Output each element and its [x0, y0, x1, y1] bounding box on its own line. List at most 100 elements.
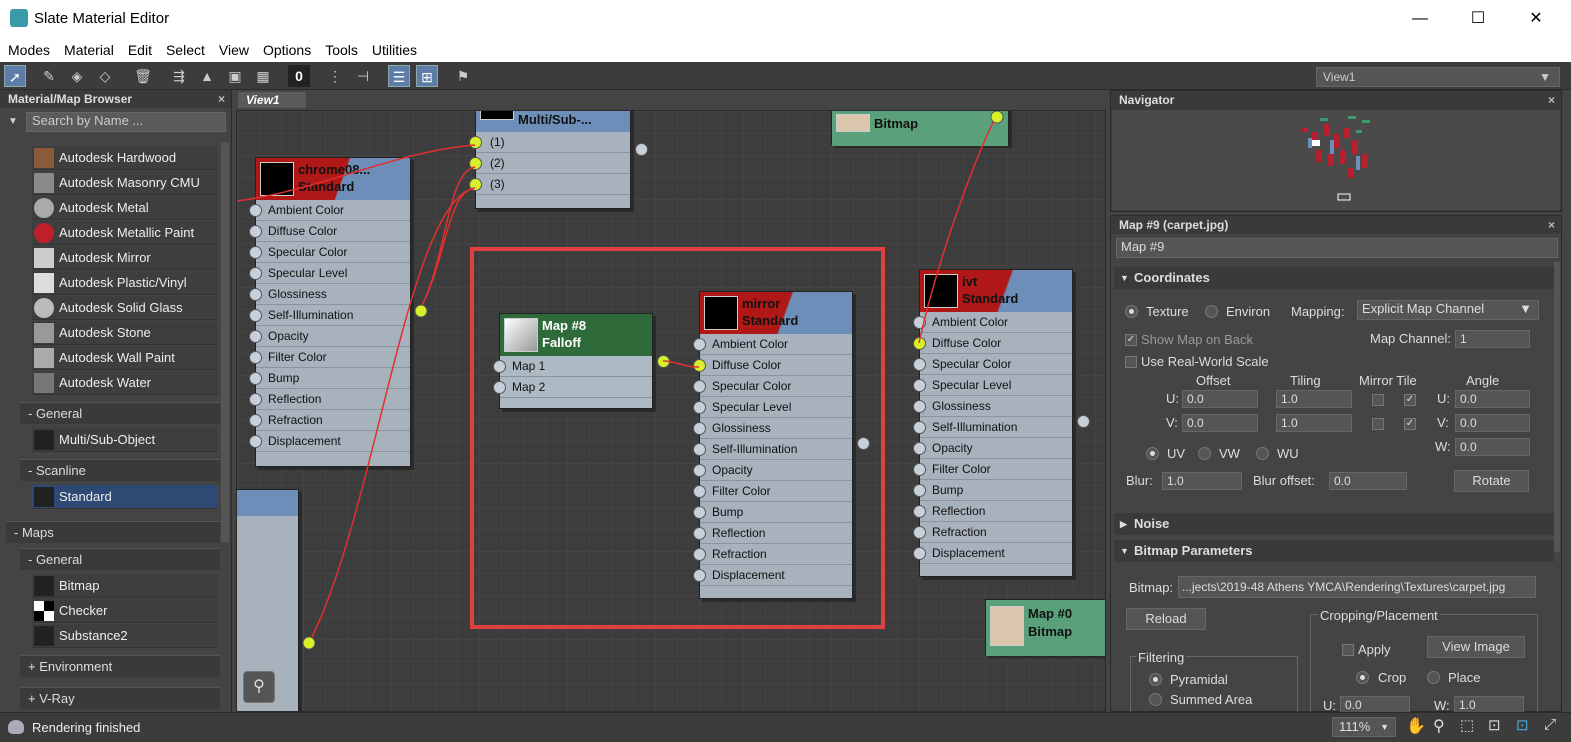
menu-modes[interactable]: Modes	[8, 42, 50, 58]
close-icon[interactable]: ×	[218, 90, 225, 108]
mirror-u-checkbox[interactable]	[1372, 394, 1384, 406]
render-preview-icon[interactable]: ⚑	[452, 65, 474, 87]
eyedropper-icon[interactable]: ✎	[38, 65, 60, 87]
blur-input[interactable]: 1.0	[1162, 472, 1242, 490]
checker-bg-icon[interactable]: ▦	[252, 65, 274, 87]
zoom-extents-icon[interactable]: ⊡	[1488, 716, 1501, 734]
map-channel-input[interactable]: 1	[1455, 330, 1530, 348]
uv-radio[interactable]	[1146, 447, 1159, 460]
section-scanline[interactable]: - Scanline	[20, 459, 220, 481]
angle-u-input[interactable]: 0.0	[1455, 390, 1530, 408]
list-item[interactable]: Autodesk Hardwood	[32, 146, 218, 170]
apply-checkbox[interactable]	[1342, 644, 1354, 656]
environ-radio[interactable]	[1205, 305, 1218, 318]
zoom-icon[interactable]: ⚲	[1433, 716, 1445, 736]
tiling-v-input[interactable]: 1.0	[1276, 414, 1352, 432]
tile-v-checkbox[interactable]: ✓	[1404, 418, 1416, 430]
list-item[interactable]: Checker	[32, 599, 218, 623]
put-material-icon[interactable]: ◈	[66, 65, 88, 87]
offset-v-input[interactable]: 0.0	[1182, 414, 1258, 432]
menu-select[interactable]: Select	[166, 42, 205, 58]
blur-offset-input[interactable]: 0.0	[1329, 472, 1407, 490]
pyramidal-radio[interactable]	[1149, 673, 1162, 686]
tab-view1[interactable]: View1	[238, 92, 306, 108]
view-image-button[interactable]: View Image	[1427, 636, 1525, 658]
zero-button[interactable]: 0	[288, 65, 310, 87]
move-children-icon[interactable]: ⇶	[168, 65, 190, 87]
place-radio[interactable]	[1427, 671, 1440, 684]
navigator-map[interactable]	[1112, 110, 1560, 210]
assign-material-icon[interactable]: ◇	[94, 65, 116, 87]
bitmap-params-rollout[interactable]: ▼ Bitmap Parameters	[1114, 540, 1554, 562]
list-item[interactable]: Autodesk Plastic/Vinyl	[32, 271, 218, 295]
maximize-view-icon[interactable]: ⤢	[1544, 716, 1556, 733]
crop-radio[interactable]	[1356, 671, 1369, 684]
menu-utilities[interactable]: Utilities	[372, 42, 417, 58]
texture-radio[interactable]	[1125, 305, 1138, 318]
wu-radio[interactable]	[1256, 447, 1269, 460]
minimize-button[interactable]: —	[1405, 8, 1435, 30]
noise-rollout[interactable]: ▶ Noise	[1114, 513, 1554, 535]
offset-u-input[interactable]: 0.0	[1182, 390, 1258, 408]
section-vray[interactable]: + V-Ray	[20, 687, 220, 709]
section-maps[interactable]: - Maps	[6, 521, 220, 543]
zoom-select[interactable]: 111% ▼	[1332, 717, 1396, 737]
close-icon[interactable]: ×	[1548, 216, 1555, 234]
delete-icon[interactable]: 🗑	[132, 65, 154, 87]
list-item[interactable]: Autodesk Masonry CMU	[32, 171, 218, 195]
summed-area-radio[interactable]	[1149, 693, 1162, 706]
pan-hand-icon[interactable]: ✋	[1406, 716, 1426, 736]
params-scrollbar[interactable]	[1554, 262, 1560, 552]
vw-radio[interactable]	[1198, 447, 1211, 460]
mirror-v-checkbox[interactable]	[1372, 418, 1384, 430]
zoom-region-icon[interactable]: ⬚	[1460, 716, 1474, 734]
list-item[interactable]: Autodesk Metallic Paint	[32, 221, 218, 245]
show-map-icon[interactable]: ▣	[224, 65, 246, 87]
hide-unused-icon[interactable]: ▲	[196, 65, 218, 87]
browser-options-icon[interactable]: ▼	[8, 116, 18, 127]
map-name-field[interactable]: Map #9	[1116, 238, 1558, 258]
maximize-button[interactable]: ☐	[1463, 8, 1493, 30]
menu-material[interactable]: Material	[64, 42, 114, 58]
list-item[interactable]: Autodesk Wall Paint	[32, 346, 218, 370]
angle-v-input[interactable]: 0.0	[1455, 414, 1530, 432]
menu-edit[interactable]: Edit	[128, 42, 152, 58]
binoculars-icon[interactable]: ⚲	[243, 671, 275, 703]
layout-vertical-icon[interactable]: ⋮	[324, 65, 346, 87]
real-world-checkbox[interactable]	[1125, 356, 1137, 368]
search-input[interactable]: Search by Name ...	[26, 112, 226, 132]
param-editor-icon[interactable]: ☰	[388, 65, 410, 87]
menu-options[interactable]: Options	[263, 42, 311, 58]
rotate-button[interactable]: Rotate	[1454, 470, 1529, 492]
list-item[interactable]: Substance2	[32, 624, 218, 648]
view-select[interactable]: View1 ▼	[1316, 67, 1560, 87]
browser-scrollbar[interactable]	[221, 142, 229, 542]
list-item[interactable]: Autodesk Metal	[32, 196, 218, 220]
mapping-select[interactable]: Explicit Map Channel ▼	[1357, 300, 1539, 320]
menu-view[interactable]: View	[219, 42, 249, 58]
close-icon[interactable]: ×	[1548, 91, 1555, 109]
tiling-u-input[interactable]: 1.0	[1276, 390, 1352, 408]
list-item[interactable]: Bitmap	[32, 574, 218, 598]
list-item[interactable]: Multi/Sub-Object	[32, 428, 218, 452]
list-item[interactable]: Autodesk Mirror	[32, 246, 218, 270]
list-item[interactable]: Autodesk Solid Glass	[32, 296, 218, 320]
list-item[interactable]: Autodesk Water	[32, 371, 218, 395]
list-item[interactable]: Standard	[32, 485, 218, 509]
section-maps-general[interactable]: - General	[20, 548, 220, 570]
coordinates-rollout[interactable]: ▼ Coordinates	[1114, 267, 1554, 289]
layout-children-icon[interactable]: ⊣	[352, 65, 374, 87]
angle-w-input[interactable]: 0.0	[1455, 438, 1530, 456]
list-item[interactable]: Autodesk Stone	[32, 321, 218, 345]
menu-tools[interactable]: Tools	[325, 42, 358, 58]
reload-button[interactable]: Reload	[1126, 608, 1206, 630]
select-tool-icon[interactable]: ➚	[4, 65, 26, 87]
close-button[interactable]: ✕	[1521, 8, 1551, 30]
section-environment[interactable]: + Environment	[20, 655, 220, 677]
zoom-selected-icon[interactable]: ⊡	[1516, 716, 1529, 734]
tile-u-checkbox[interactable]: ✓	[1404, 394, 1416, 406]
nav-panel-icon[interactable]: ⊞	[416, 65, 438, 87]
show-map-checkbox[interactable]: ✓	[1125, 334, 1137, 346]
section-general[interactable]: - General	[20, 402, 220, 424]
bitmap-path-button[interactable]: ...jects\2019-48 Athens YMCA\Rendering\T…	[1178, 576, 1536, 598]
